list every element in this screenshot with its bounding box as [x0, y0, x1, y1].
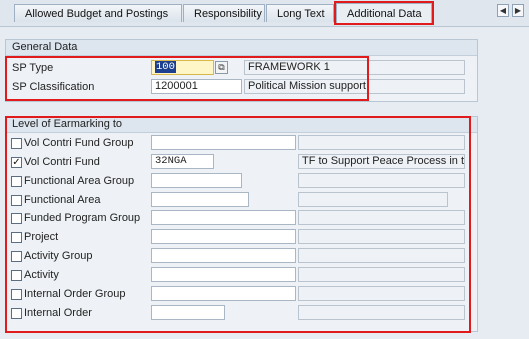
tab-responsibility[interactable]: Responsibility	[183, 4, 265, 22]
checkbox-vol-contri-fund[interactable]: ✓	[11, 157, 22, 168]
tab-long-text[interactable]: Long Text	[266, 4, 334, 22]
sp-classification-description: Political Mission support	[244, 79, 465, 94]
activity-description	[298, 267, 465, 282]
row-label: Internal Order Group	[24, 288, 126, 300]
funded-program-group-input[interactable]	[151, 210, 296, 225]
activity-input[interactable]	[151, 267, 296, 282]
row-label: Functional Area Group	[24, 175, 135, 187]
checkbox-functional-area[interactable]	[11, 195, 22, 206]
internal-order-group-input[interactable]	[151, 286, 296, 301]
row-label: Vol Contri Fund Group	[24, 137, 134, 149]
vol-contri-fund-input[interactable]: 32NGA	[151, 154, 214, 169]
checkbox-activity-group[interactable]	[11, 251, 22, 262]
checkbox-functional-area-group[interactable]	[11, 176, 22, 187]
sp-type-label: SP Type	[12, 62, 54, 74]
functional-area-description	[298, 192, 448, 207]
activity-group-input[interactable]	[151, 248, 296, 263]
checkbox-internal-order-group[interactable]	[11, 289, 22, 300]
row-label: Funded Program Group	[24, 212, 141, 224]
activity-group-description	[298, 248, 465, 263]
row-label: Functional Area	[24, 194, 101, 206]
tab-strip: Allowed Budget and Postings Responsibili…	[0, 0, 529, 26]
functional-area-group-input[interactable]	[151, 173, 242, 188]
vol-contri-fund-group-description	[298, 135, 465, 150]
checkbox-funded-program-group[interactable]	[11, 213, 22, 224]
triangle-right-icon[interactable]: ▶	[512, 4, 524, 17]
funded-program-group-description	[298, 210, 465, 225]
project-description	[298, 229, 465, 244]
internal-order-group-description	[298, 286, 465, 301]
internal-order-description	[298, 305, 465, 320]
row-label: Activity	[24, 269, 59, 281]
sp-classification-input[interactable]: 1200001	[151, 79, 242, 94]
earmarking-title: Level of Earmarking to	[6, 117, 477, 133]
triangle-left-icon[interactable]: ◀	[497, 4, 509, 17]
sp-type-description: FRAMEWORK 1	[244, 60, 465, 75]
functional-area-group-description	[298, 173, 465, 188]
row-label: Activity Group	[24, 250, 93, 262]
checkbox-project[interactable]	[11, 232, 22, 243]
row-label: Vol Contri Fund	[24, 156, 100, 168]
vol-contri-fund-description: TF to Support Peace Process in th...	[298, 154, 465, 169]
tab-additional-data[interactable]: Additional Data	[334, 1, 434, 25]
tab-allowed-budget[interactable]: Allowed Budget and Postings	[14, 4, 182, 22]
internal-order-input[interactable]	[151, 305, 225, 320]
value-help-icon[interactable]: ⧉	[215, 61, 228, 74]
checkbox-vol-contri-fund-group[interactable]	[11, 138, 22, 149]
project-input[interactable]	[151, 229, 296, 244]
checkbox-internal-order[interactable]	[11, 308, 22, 319]
sp-type-input[interactable]: 100	[151, 60, 214, 75]
sp-classification-label: SP Classification	[12, 81, 95, 93]
vol-contri-fund-group-input[interactable]	[151, 135, 296, 150]
row-label: Project	[24, 231, 59, 243]
general-data-title: General Data	[6, 40, 477, 56]
row-label: Internal Order	[24, 307, 92, 319]
checkbox-activity[interactable]	[11, 270, 22, 281]
functional-area-input[interactable]	[151, 192, 249, 207]
